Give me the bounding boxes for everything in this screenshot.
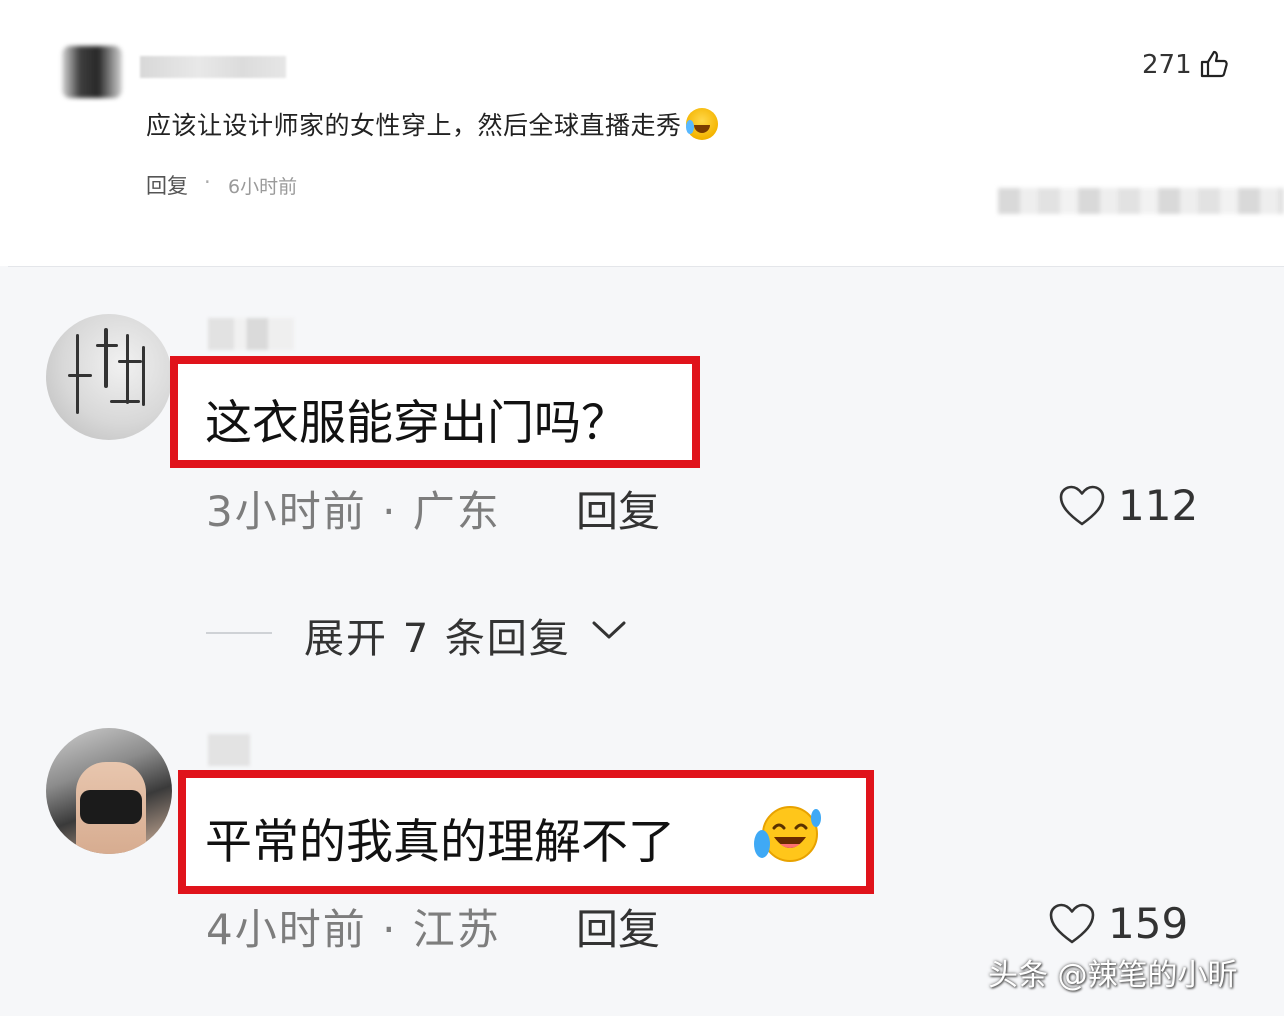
- thumbs-up-icon[interactable]: [1198, 48, 1230, 80]
- divider: [206, 632, 272, 634]
- comment-time: 6小时前: [228, 176, 298, 198]
- blurred-content: [998, 188, 1284, 214]
- separator: ·: [204, 170, 211, 194]
- reply-button[interactable]: 回复: [146, 170, 188, 200]
- comment-meta: 4小时前 · 江苏: [206, 905, 501, 954]
- reply-button[interactable]: 回复: [576, 478, 660, 539]
- heart-icon[interactable]: [1058, 484, 1106, 528]
- like-count: 112: [1118, 481, 1199, 530]
- like-count: 271: [1142, 50, 1192, 80]
- avatar[interactable]: [46, 728, 172, 854]
- divider: [8, 266, 1284, 267]
- username-blurred: [208, 318, 294, 350]
- username-blurred: [208, 734, 250, 766]
- comment-text: 应该让设计师家的女性穿上，然后全球直播走秀: [146, 106, 718, 142]
- crying-laughing-emoji-icon: [685, 108, 718, 140]
- watermark: 头条 @辣笔的小昕: [988, 958, 1238, 993]
- comment-text-content: 应该让设计师家的女性穿上，然后全球直播走秀: [146, 111, 682, 140]
- username-blurred: [140, 56, 286, 78]
- comment-text: 平常的我真的理解不了: [205, 815, 675, 870]
- comment-text: 这衣服能穿出门吗？: [205, 396, 628, 451]
- comment-meta: 3小时前 · 广东: [206, 487, 501, 536]
- crying-laughing-emoji-icon: [754, 806, 821, 862]
- chevron-down-icon[interactable]: [590, 618, 628, 642]
- heart-icon[interactable]: [1048, 902, 1096, 946]
- avatar[interactable]: [62, 46, 122, 98]
- expand-replies-button[interactable]: 展开 7 条回复: [304, 606, 571, 664]
- reply-button[interactable]: 回复: [576, 896, 660, 957]
- like-count: 159: [1108, 899, 1189, 948]
- avatar[interactable]: [46, 314, 172, 440]
